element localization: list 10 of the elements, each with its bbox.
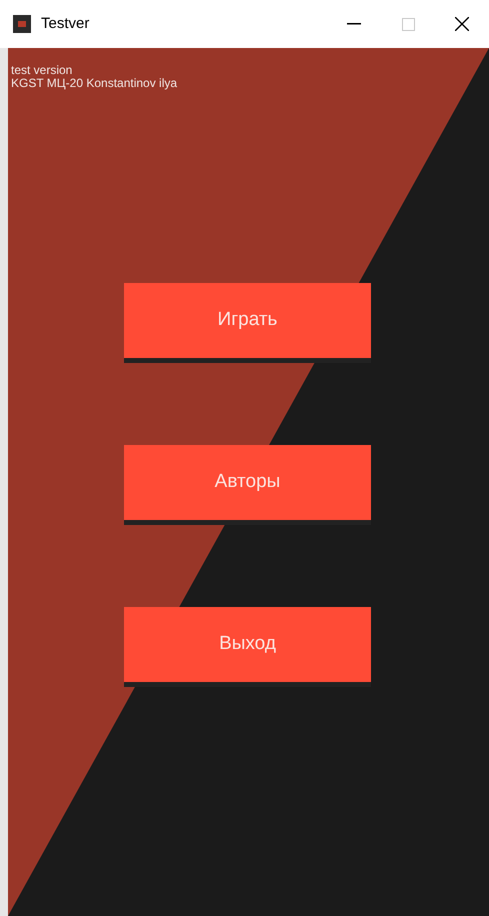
info-text: test version [11,64,74,77]
window-title: Testver [41,14,90,34]
menu-button[interactable]: Играть [124,283,371,358]
minimize-icon [347,23,361,25]
close-icon [455,17,469,31]
maximize-icon [402,18,414,30]
menu-button[interactable]: Авторы [124,445,371,520]
info-text: KGST МЦ-20 Konstantinov ilya [11,77,178,90]
menu-button[interactable]: Выход [124,607,371,682]
app-icon [13,15,31,33]
